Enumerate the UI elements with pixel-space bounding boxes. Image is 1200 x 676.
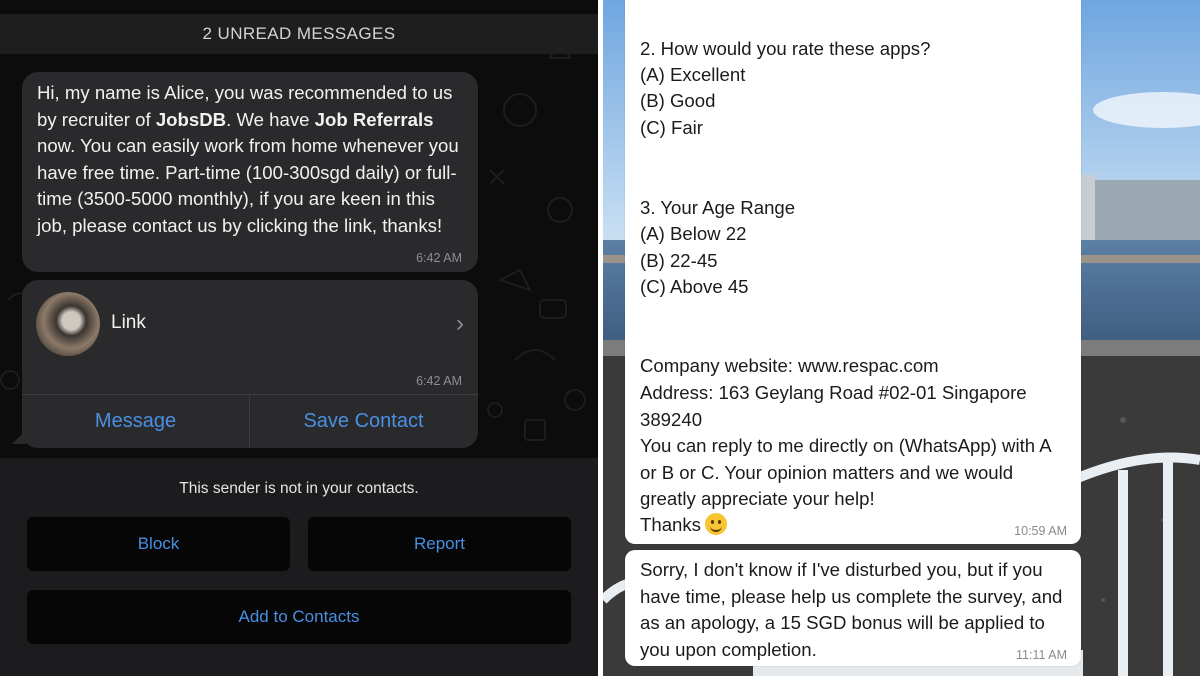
block-button[interactable]: Block — [27, 517, 290, 571]
unknown-sender-panel: This sender is not in your contacts. Blo… — [0, 458, 598, 676]
chevron-right-icon[interactable]: › — [456, 310, 464, 338]
bubble-tail — [12, 430, 26, 444]
message-timestamp: 10:59 AM — [1014, 524, 1067, 538]
company-address: Address: 163 Geylang Road #02-01 Singapo… — [640, 382, 1027, 430]
contact-card-timestamp: 6:42 AM — [416, 374, 462, 388]
followup-text: Sorry, I don't know if I've disturbed yo… — [640, 559, 1063, 660]
q3-option-c: (C) Above 45 — [640, 276, 749, 297]
message-text: Hi, my name is Alice, you was recommende… — [37, 82, 459, 236]
survey-message-bubble: 2. How would you rate these apps? (A) Ex… — [625, 0, 1081, 544]
unknown-sender-notice: This sender is not in your contacts. — [179, 480, 419, 497]
contact-card-bubble: Link › 6:42 AM Message Save Contact — [22, 280, 478, 448]
contact-name[interactable]: Link — [111, 312, 146, 334]
q3-option-a: (A) Below 22 — [640, 223, 747, 244]
right-chat-screenshot: 2. How would you rate these apps? (A) Ex… — [603, 0, 1200, 676]
message-contact-button[interactable]: Message — [22, 394, 249, 448]
q2-option-c: (C) Fair — [640, 117, 703, 138]
add-to-contacts-button[interactable]: Add to Contacts — [27, 590, 571, 644]
question-3-title: 3. Your Age Range — [640, 197, 796, 218]
q2-option-b: (B) Good — [640, 90, 716, 111]
save-contact-button[interactable]: Save Contact — [250, 394, 477, 448]
left-chat-screenshot: 2 UNREAD MESSAGES Hi, my name is Alice, … — [0, 0, 598, 676]
report-button[interactable]: Report — [308, 517, 571, 571]
contact-avatar[interactable] — [36, 292, 100, 356]
q3-option-b: (B) 22-45 — [640, 250, 718, 271]
message-timestamp: 6:42 AM — [416, 251, 462, 265]
unread-messages-banner: 2 UNREAD MESSAGES — [0, 14, 598, 54]
smiley-emoji-icon — [704, 513, 727, 535]
q2-option-a: (A) Excellent — [640, 64, 746, 85]
question-2-title: 2. How would you rate these apps? — [640, 38, 931, 59]
message-timestamp: 11:11 AM — [1016, 648, 1067, 662]
reply-instructions: You can reply to me directly on (WhatsAp… — [640, 435, 1051, 509]
incoming-message-bubble: Hi, my name is Alice, you was recommende… — [22, 72, 478, 272]
followup-message-bubble: Sorry, I don't know if I've disturbed yo… — [625, 550, 1081, 666]
company-website: Company website: www.respac.com — [640, 355, 939, 376]
thanks-line: Thanks — [640, 512, 727, 539]
